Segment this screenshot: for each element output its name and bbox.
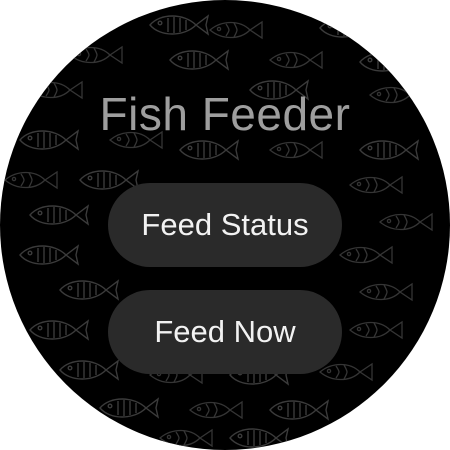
feed-status-button[interactable]: Feed Status [108, 183, 342, 267]
app-title: Fish Feeder [99, 88, 351, 140]
feed-now-button[interactable]: Feed Now [108, 290, 342, 374]
watch-screen: Fish Feeder Feed Status Feed Now [0, 0, 450, 450]
